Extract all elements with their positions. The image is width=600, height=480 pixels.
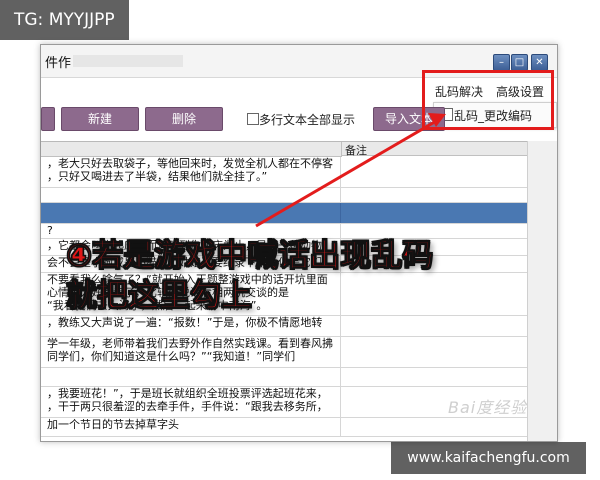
caption-line-2: 就把这里勾上 (66, 278, 253, 315)
window-title: 件作 (45, 56, 72, 71)
grid-header-text[interactable] (41, 142, 342, 157)
table-row[interactable]: ，老大只好去取袋子，等他回来时，发觉全机人都在不停客 ，只好又喝进去了半袋，结果… (41, 157, 527, 188)
row-text-cell (41, 203, 341, 223)
minimize-button[interactable]: – (493, 54, 510, 71)
row-text-cell: 学一年级，老师带着我们去野外作自然实践课。看到春风拂 同学们，你们知道这是什么吗… (41, 337, 341, 367)
row-text-cell: ，教练又大声说了一遍：“报数！”于是，你极不情愿地转 (41, 316, 341, 336)
table-row[interactable]: ，教练又大声说了一遍：“报数！”于是，你极不情愿地转 (41, 316, 527, 337)
screenshot-stage: TG: MYYJJPP 件作 – □ ✕ 乱码解决 高级设置 乱码_更改编码 新… (0, 0, 600, 480)
row-text-cell: 加一个节日的节去掉草字头 (41, 418, 341, 436)
table-row[interactable] (41, 368, 527, 387)
close-button[interactable]: ✕ (531, 54, 548, 71)
table-row[interactable]: 加一个节日的节去掉草字头 (41, 418, 527, 437)
highlight-box (422, 70, 554, 130)
table-row[interactable]: 学一年级，老师带着我们去野外作自然实践课。看到春风拂 同学们，你们知道这是什么吗… (41, 337, 527, 368)
row-text-cell (41, 188, 341, 202)
watermark-tag: TG: MYYJJPP (0, 0, 129, 40)
delete-button[interactable]: 删除 (145, 107, 223, 131)
row-text-cell (41, 368, 341, 386)
row-text-cell: ，老大只好去取袋子，等他回来时，发觉全机人都在不停客 ，只好又喝进去了半袋，结果… (41, 157, 341, 187)
caption-line-1: ④若是游戏中喊话出现乱码 (65, 238, 434, 275)
vertical-scrollbar[interactable] (527, 141, 557, 441)
table-row-selected[interactable] (41, 203, 527, 224)
grid-header-note[interactable]: 备注 (342, 142, 527, 157)
partial-button[interactable] (41, 107, 55, 131)
maximize-button[interactable]: □ (511, 54, 528, 71)
baidu-watermark: Bai度经验 (448, 398, 528, 417)
multiline-label[interactable]: 多行文本全部显示 (259, 111, 355, 128)
row-text-cell: ，我要班花！”，于是班长就组织全班投票评选起班花来， ，干于两只很羞涩的去牵手件… (41, 387, 341, 417)
table-row[interactable] (41, 188, 527, 203)
multiline-checkbox[interactable] (247, 113, 259, 125)
watermark-url: www.kaifachengfu.com (391, 442, 586, 474)
new-button[interactable]: 新建 (61, 107, 139, 131)
title-placeholder-bar (73, 55, 183, 67)
